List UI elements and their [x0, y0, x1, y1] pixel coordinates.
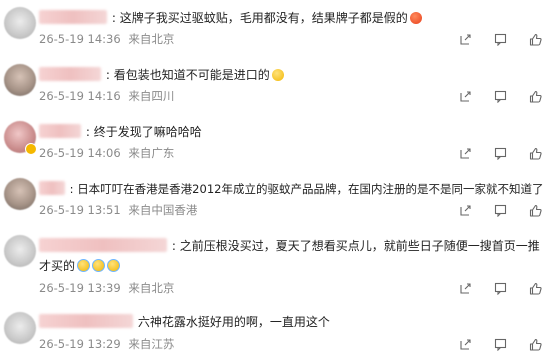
verified-badge-icon	[25, 143, 37, 155]
laugh-cry-face-emoji-icon	[92, 259, 106, 272]
like-icon[interactable]	[529, 147, 542, 160]
username[interactable]	[39, 314, 133, 328]
comment-icon[interactable]	[494, 147, 507, 160]
comment-meta: 26-5-19 13:51 来自中国香港	[39, 203, 197, 217]
comment-text: 这牌子我买过驱蚊贴，毛用都没有，结果牌子都是假的	[119, 11, 408, 25]
avatar[interactable]	[4, 64, 36, 96]
comment-meta: 26-5-19 14:36 来自北京	[39, 32, 174, 46]
grin-face-emoji-icon	[271, 69, 284, 81]
comment-icon[interactable]	[494, 90, 507, 103]
angry-face-emoji-icon	[409, 12, 422, 24]
comment-location: 来自北京	[128, 32, 175, 46]
comment-text: 终于发现了嘛哈哈哈	[93, 125, 202, 139]
comment-location: 来自北京	[128, 281, 175, 295]
comment-line: : 日本叮叮在香港是香港2012年成立的驱蚊产品品牌，在国内注册的是不是同一家就…	[39, 180, 546, 198]
comment-line: : 看包装也知道不可能是进口的	[39, 66, 546, 84]
comment-date: 26-5-19 14:36	[39, 32, 121, 46]
comment-location: 来自四川	[128, 89, 175, 103]
share-icon[interactable]	[459, 33, 472, 46]
comment-line: : 之前压根没买过，夏天了想看买点儿，就前些日子随便一搜首页一推才买的	[39, 236, 540, 276]
username[interactable]	[39, 10, 107, 24]
share-icon[interactable]	[459, 147, 472, 160]
colon: :	[111, 11, 116, 25]
like-icon[interactable]	[529, 282, 542, 295]
share-icon[interactable]	[459, 338, 472, 351]
comment-actions	[459, 203, 542, 217]
comment-meta: 26-5-19 13:39 来自北京	[39, 281, 174, 295]
like-icon[interactable]	[529, 90, 542, 103]
comment-icon[interactable]	[494, 282, 507, 295]
comment-text: 日本叮叮在香港是香港2012年成立的驱蚊产品品牌，在国内注册的是不是同一家就不知…	[77, 182, 544, 196]
colon: :	[105, 68, 110, 82]
comment-date: 26-5-19 13:29	[39, 337, 121, 351]
comment-actions	[459, 32, 542, 46]
avatar[interactable]	[4, 178, 36, 210]
comment-location: 来自中国香港	[128, 203, 198, 217]
comment-actions	[459, 89, 542, 103]
comment-meta: 26-5-19 13:29 来自江苏	[39, 337, 174, 351]
comment-text: 六神花露水挺好用的啊，一直用这个	[137, 315, 330, 329]
colon: :	[85, 125, 90, 139]
comment-date: 26-5-19 14:06	[39, 146, 121, 160]
avatar[interactable]	[4, 235, 36, 267]
comment-date: 26-5-19 13:51	[39, 203, 121, 217]
colon: :	[69, 182, 74, 196]
comment-actions	[459, 281, 542, 295]
comment-meta: 26-5-19 14:16 来自四川	[39, 89, 174, 103]
comment-location: 来自江苏	[128, 337, 175, 351]
laugh-cry-face-emoji-icon	[77, 259, 91, 272]
colon: :	[171, 239, 176, 253]
comment-text: 看包装也知道不可能是进口的	[113, 68, 270, 82]
username[interactable]	[39, 238, 167, 252]
username[interactable]	[39, 124, 81, 138]
comment-actions	[459, 146, 542, 160]
comment-date: 26-5-19 14:16	[39, 89, 121, 103]
username[interactable]	[39, 67, 101, 81]
laugh-cry-face-emoji-icon	[107, 259, 121, 272]
avatar[interactable]	[4, 7, 36, 39]
comment-icon[interactable]	[494, 33, 507, 46]
comment-icon[interactable]	[494, 204, 507, 217]
comment-date: 26-5-19 13:39	[39, 281, 121, 295]
like-icon[interactable]	[529, 33, 542, 46]
username[interactable]	[39, 181, 65, 195]
comment-actions	[459, 337, 542, 351]
share-icon[interactable]	[459, 204, 472, 217]
comment-line: 六神花露水挺好用的啊，一直用这个	[39, 313, 546, 331]
like-icon[interactable]	[529, 338, 542, 351]
comment-icon[interactable]	[494, 338, 507, 351]
comment-location: 来自广东	[128, 146, 175, 160]
avatar[interactable]	[4, 312, 36, 344]
share-icon[interactable]	[459, 282, 472, 295]
comment-line: : 终于发现了嘛哈哈哈	[39, 123, 546, 141]
comment-meta: 26-5-19 14:06 来自广东	[39, 146, 174, 160]
like-icon[interactable]	[529, 204, 542, 217]
comment-line: : 这牌子我买过驱蚊贴，毛用都没有，结果牌子都是假的	[39, 9, 546, 27]
share-icon[interactable]	[459, 90, 472, 103]
